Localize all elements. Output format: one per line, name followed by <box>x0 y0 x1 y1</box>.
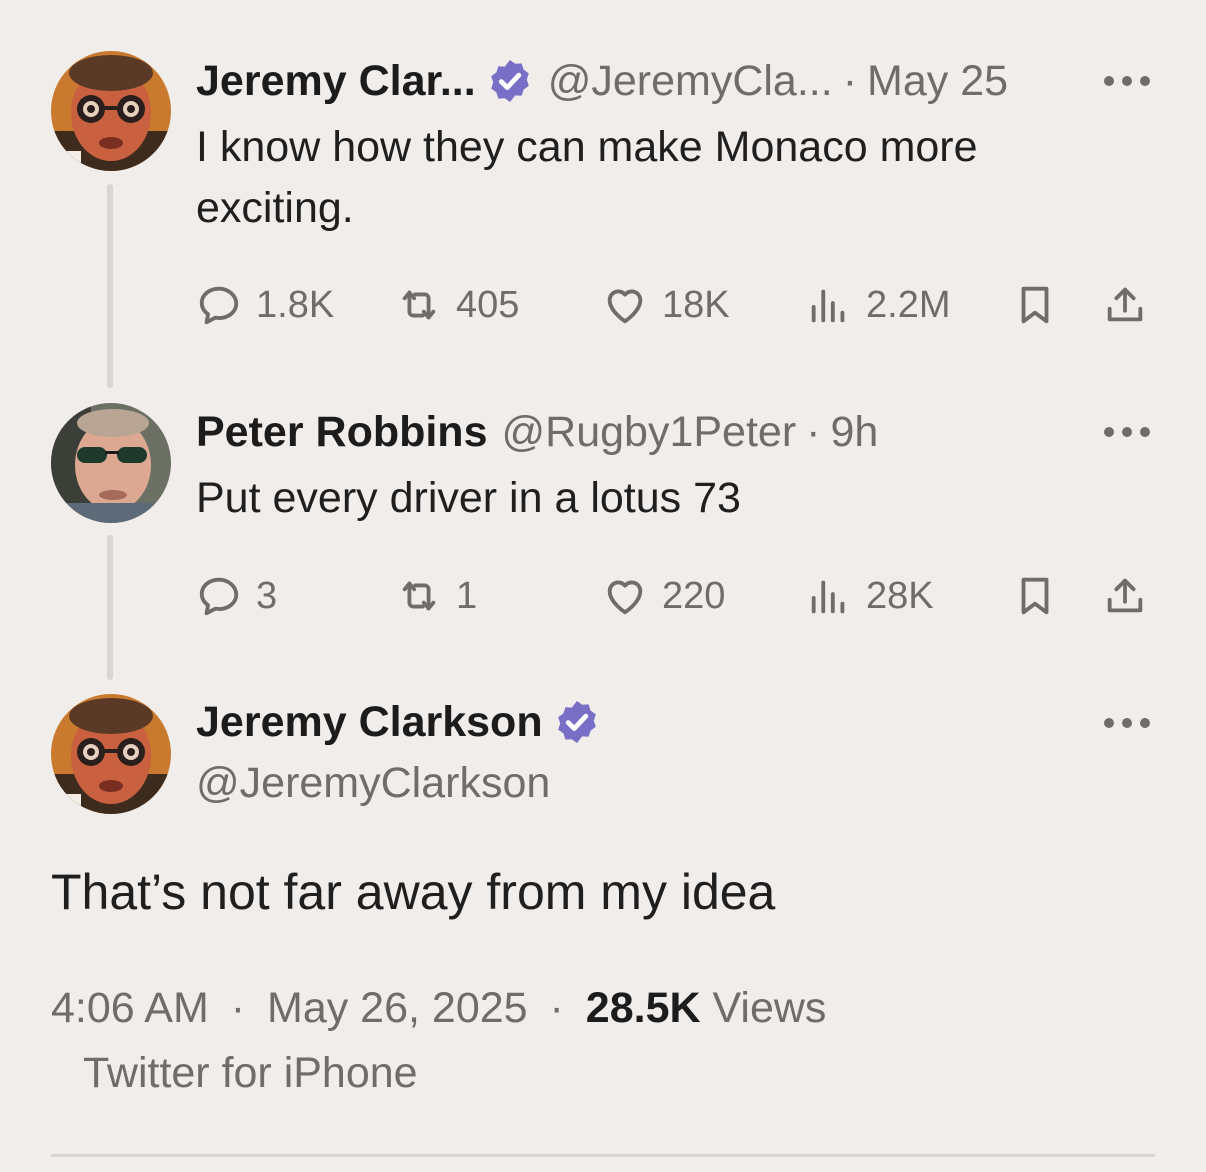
like-count: 220 <box>662 574 726 617</box>
post-time[interactable]: 4:06 AM <box>51 984 209 1032</box>
bookmark-button[interactable] <box>1012 280 1058 330</box>
more-options-icon[interactable] <box>1104 716 1150 730</box>
tweet-meta: 4:06 AM · May 26, 2025 · 28.5K Views <box>51 983 826 1033</box>
like-button[interactable]: 18K <box>602 280 730 330</box>
retweet-icon <box>402 581 436 611</box>
retweet-count: 1 <box>456 574 478 617</box>
divider <box>51 1154 1155 1157</box>
share-icon <box>1107 578 1143 613</box>
views-count: 2.2M <box>866 283 951 326</box>
more-options-icon[interactable] <box>1104 74 1150 88</box>
more-options-icon[interactable] <box>1104 425 1150 439</box>
retweet-count: 405 <box>456 283 520 326</box>
views-count: 28K <box>866 574 934 617</box>
like-button[interactable]: 220 <box>602 571 725 621</box>
timestamp[interactable]: 9h <box>830 407 878 457</box>
share-icon <box>1107 287 1143 322</box>
timestamp[interactable]: May 25 <box>867 56 1008 106</box>
display-name[interactable]: Peter Robbins <box>196 407 488 457</box>
verified-badge-icon <box>490 60 529 102</box>
heart-icon <box>607 580 643 615</box>
retweet-button[interactable]: 1 <box>396 571 477 621</box>
tweet-header: Jeremy Clarkson <box>196 697 615 747</box>
reply-icon <box>199 577 239 616</box>
bookmark-icon <box>1021 577 1049 615</box>
views-chart-icon <box>811 580 845 614</box>
bookmark-button[interactable] <box>1012 571 1058 621</box>
tweet-actions: 3 1 220 28K <box>196 571 1156 621</box>
retweet-button[interactable]: 405 <box>396 280 519 330</box>
handle[interactable]: @JeremyClarkson <box>196 758 550 808</box>
views-button[interactable]: 2.2M <box>806 280 950 330</box>
jeremy-avatar-icon <box>51 51 171 171</box>
display-name[interactable]: Jeremy Clarkson <box>196 697 543 747</box>
views-chart-icon <box>811 289 845 323</box>
avatar[interactable] <box>51 694 171 814</box>
separator-dot: · <box>806 408 821 456</box>
heart-icon <box>607 289 643 324</box>
reply-button[interactable]: 3 <box>196 571 277 621</box>
reply-count: 1.8K <box>256 283 335 326</box>
handle[interactable]: @JeremyCla... <box>548 56 833 106</box>
tweet-text: That’s not far away from my idea <box>51 864 776 920</box>
reply-icon <box>199 286 239 325</box>
retweet-icon <box>402 290 436 320</box>
thread-connector <box>107 535 113 680</box>
bookmark-icon <box>1021 286 1049 324</box>
reply-count: 3 <box>256 574 278 617</box>
tweet-header: Jeremy Clar... @JeremyCla... · May 25 <box>196 56 1008 106</box>
separator-dot: · <box>549 984 564 1032</box>
share-button[interactable] <box>1102 280 1148 330</box>
post-date[interactable]: May 26, 2025 <box>267 984 528 1032</box>
tweet-actions: 1.8K 405 18K 2.2M <box>196 280 1156 330</box>
views-button[interactable]: 28K <box>806 571 934 621</box>
tweet-text: Put every driver in a lotus 73 <box>196 474 741 522</box>
views-total: 28.5K <box>585 984 701 1032</box>
tweet-thread: Jeremy Clar... @JeremyCla... · May 25 I … <box>0 0 1206 1172</box>
share-button[interactable] <box>1102 571 1148 621</box>
separator-dot: · <box>842 57 858 105</box>
thread-connector <box>107 184 113 388</box>
tweet-source: Twitter for iPhone <box>83 1049 418 1097</box>
avatar[interactable] <box>51 51 171 171</box>
avatar[interactable] <box>51 403 171 523</box>
verified-badge-icon <box>557 701 596 743</box>
tweet-text: I know how they can make Monaco more exc… <box>196 123 978 232</box>
jeremy-avatar-icon <box>51 694 171 814</box>
views-label: Views <box>712 984 827 1032</box>
handle[interactable]: @Rugby1Peter <box>502 407 797 457</box>
separator-dot: · <box>230 984 246 1032</box>
peter-avatar-icon <box>51 403 171 523</box>
reply-button[interactable]: 1.8K <box>196 280 334 330</box>
tweet-header: Peter Robbins @Rugby1Peter · 9h <box>196 407 878 457</box>
like-count: 18K <box>662 283 730 326</box>
display-name[interactable]: Jeremy Clar... <box>196 56 476 106</box>
